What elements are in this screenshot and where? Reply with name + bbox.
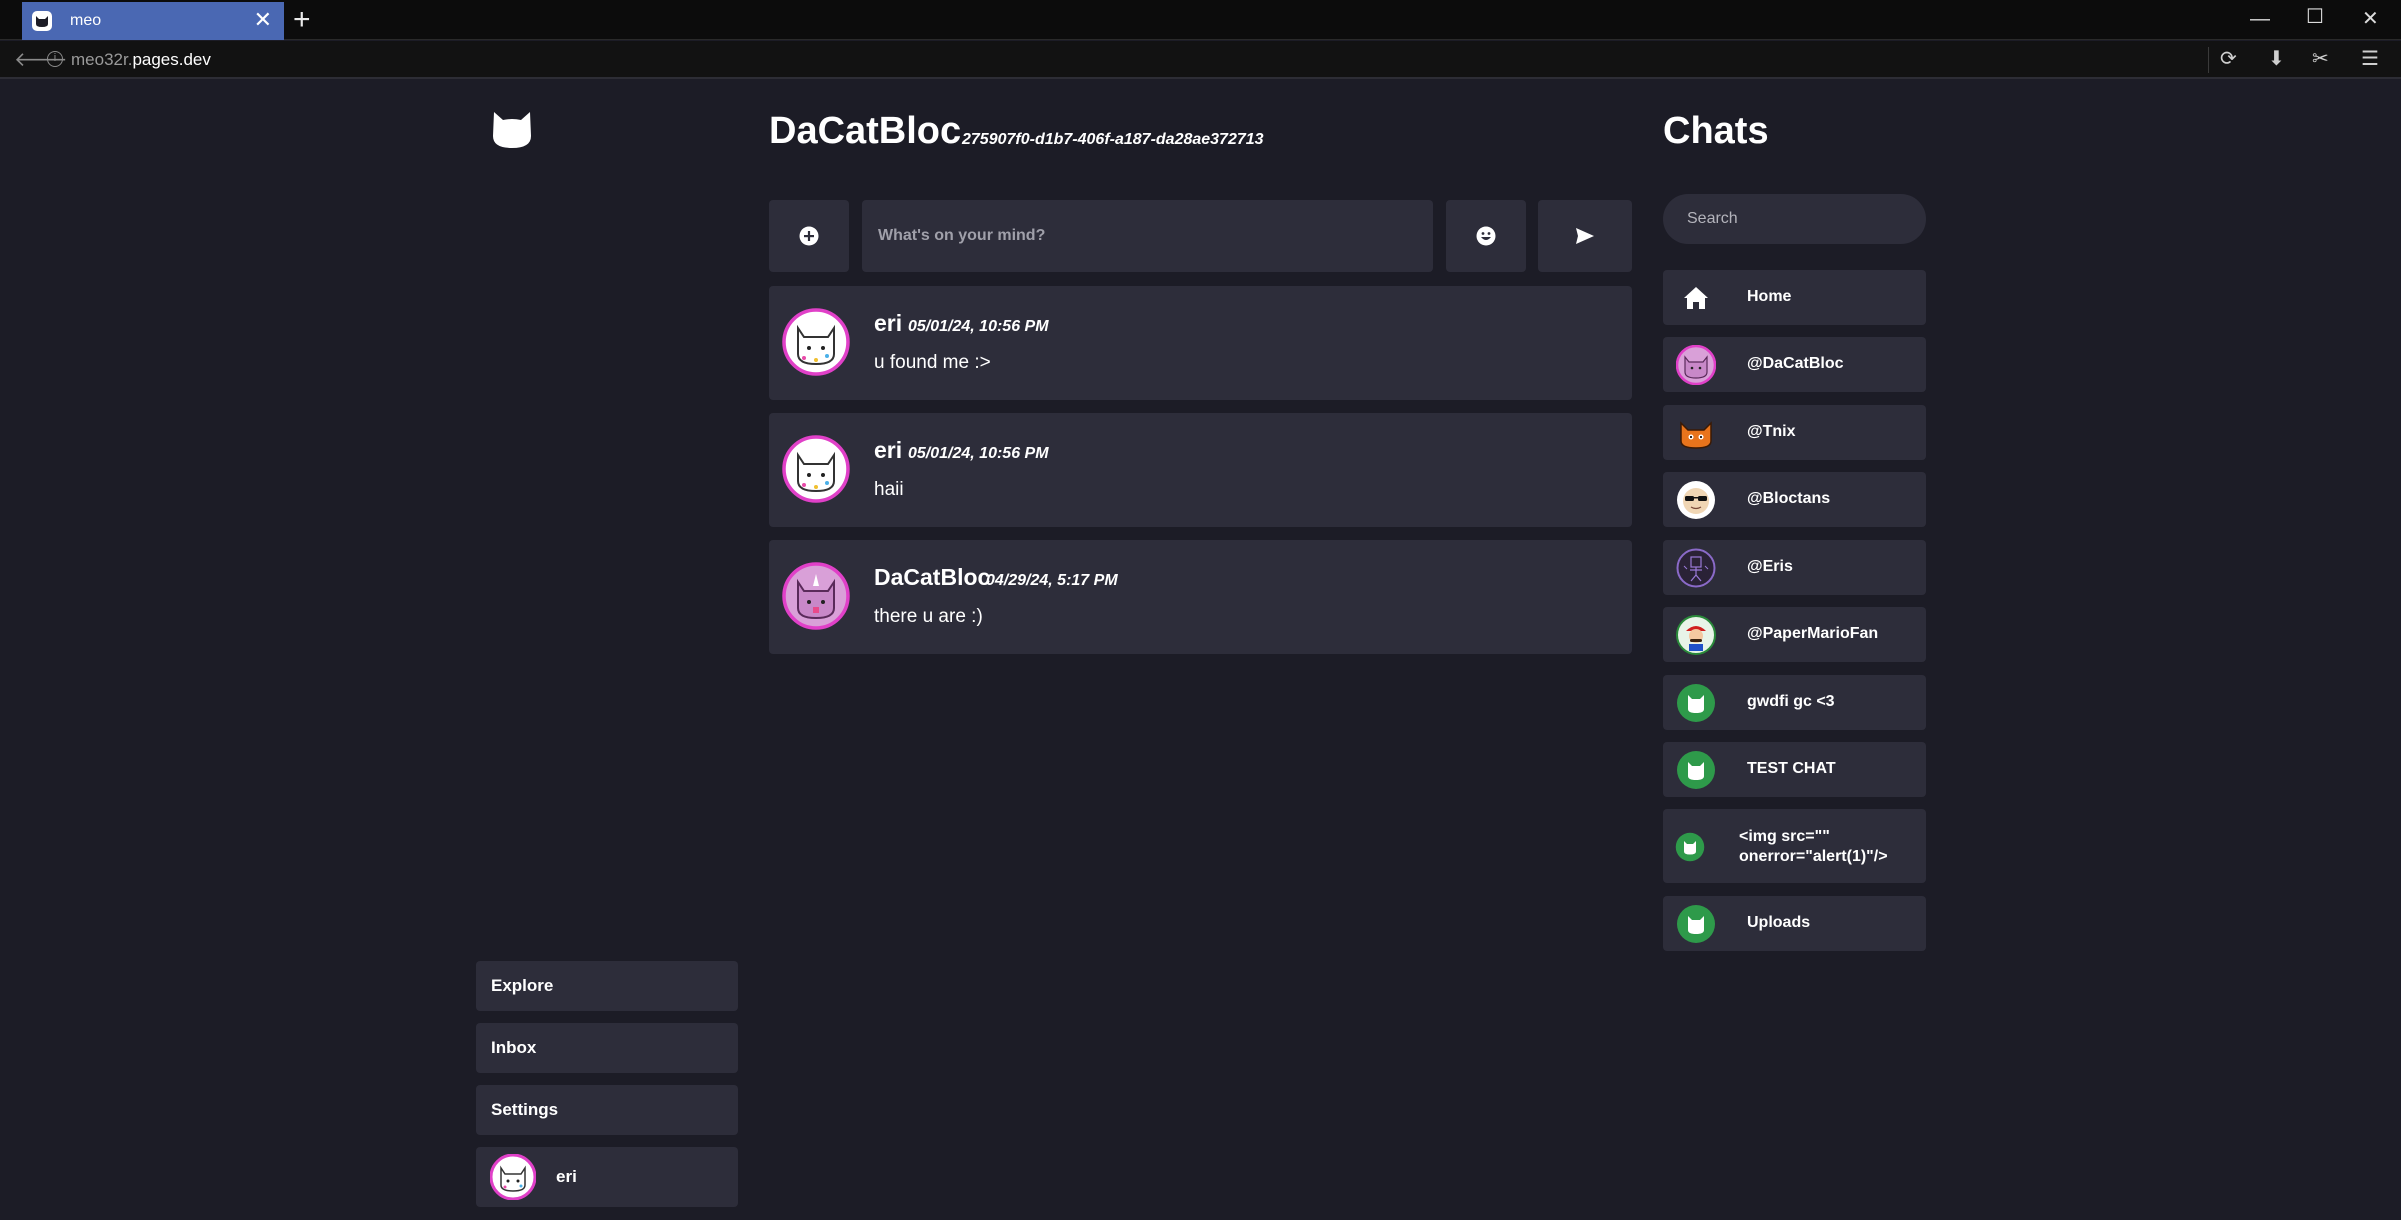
reload-icon[interactable]: ⟳ [2220, 46, 2237, 71]
window-close-icon[interactable]: ✕ [2362, 6, 2379, 32]
mario-avatar [1676, 615, 1716, 655]
nav-settings-label: Settings [491, 1100, 559, 1119]
browser-tab-bar: meo ✕ + — ☐ ✕ [0, 0, 2401, 40]
chat-item-label: @Bloctans [1747, 490, 1831, 507]
tab-close-icon[interactable]: ✕ [254, 9, 272, 31]
group-chat-icon [1677, 684, 1715, 722]
nav-inbox-button[interactable]: Inbox [476, 1023, 738, 1073]
nav-settings-button[interactable]: Settings [476, 1085, 738, 1135]
nav-inbox-label: Inbox [491, 1038, 537, 1057]
post-author[interactable]: eri [874, 310, 902, 337]
chat-id: 275907f0-d1b7-406f-a187-da28ae372713 [962, 131, 1264, 148]
nav-explore-label: Explore [491, 976, 554, 995]
tab-title: meo [70, 12, 102, 29]
post-author[interactable]: DaCatBloc [874, 564, 990, 591]
chat-item-label: @DaCatBloc [1747, 355, 1844, 372]
maximize-icon[interactable]: ☐ [2306, 4, 2324, 30]
profile-name: eri [556, 1167, 577, 1186]
chat-item-label: Uploads [1747, 914, 1811, 931]
group-chat-icon [1677, 751, 1715, 789]
chat-item-label: @Eris [1747, 558, 1793, 575]
chats-title: Chats [1663, 110, 1769, 152]
chat-item-label: gwdfi gc <3 [1747, 693, 1835, 710]
orange-cat-avatar [1680, 421, 1712, 449]
plus-circle-icon [799, 226, 819, 246]
chat-item-label: Home [1747, 288, 1792, 305]
chat-item-gwdfi-gc[interactable]: gwdfi gc <3 [1663, 675, 1926, 730]
chat-item-img-tag[interactable]: <img src="" onerror="alert(1)"/> [1663, 809, 1926, 883]
eri-avatar [782, 435, 850, 503]
post-author[interactable]: eri [874, 437, 902, 464]
post-item: DaCatBloc 04/29/24, 5:17 PM there u are … [769, 540, 1632, 654]
chat-item-eris[interactable]: @Eris [1663, 540, 1926, 595]
minimize-icon[interactable]: — [2250, 6, 2270, 32]
chat-search-input[interactable] [1663, 194, 1926, 244]
eri-avatar [490, 1154, 536, 1200]
dacatbloc-avatar [782, 562, 850, 630]
profile-card[interactable]: eri [476, 1147, 738, 1207]
post-item: eri 05/01/24, 10:56 PM u found me :> [769, 286, 1632, 400]
post-text: u found me :> [874, 352, 991, 373]
browser-tab[interactable]: meo ✕ [22, 2, 284, 40]
new-tab-icon[interactable]: + [293, 5, 311, 35]
post-timestamp: 05/01/24, 10:56 PM [908, 445, 1049, 462]
home-icon [1684, 287, 1708, 309]
chat-item-tnix[interactable]: @Tnix [1663, 405, 1926, 460]
emoji-button[interactable] [1446, 200, 1526, 272]
chat-item-label: @PaperMarioFan [1747, 625, 1879, 642]
purple-sketch-avatar [1676, 548, 1716, 588]
group-chat-icon [1677, 905, 1715, 943]
group-chat-icon [1675, 832, 1705, 862]
chat-title: DaCatBloc [769, 110, 962, 152]
post-item: eri 05/01/24, 10:56 PM haii [769, 413, 1632, 527]
chat-item-papermariofan[interactable]: @PaperMarioFan [1663, 607, 1926, 662]
chat-item-home[interactable]: Home [1663, 270, 1926, 325]
smiley-icon [1476, 226, 1496, 246]
url-host-prefix: meo32r. [71, 50, 133, 69]
url-field[interactable]: meo32r.pages.dev [71, 50, 211, 70]
cat-favicon-icon [32, 11, 52, 31]
attach-button[interactable] [769, 200, 849, 272]
chat-item-test-chat[interactable]: TEST CHAT [1663, 742, 1926, 797]
screenshot-icon[interactable]: ✂ [2312, 46, 2329, 71]
chat-item-label: TEST CHAT [1747, 760, 1836, 777]
address-bar: 🡐 i meo32r.pages.dev ⟳ ⬇ ✂ ☰ [0, 41, 2401, 79]
url-divider [2208, 47, 2209, 73]
meo-logo-icon[interactable] [491, 110, 533, 155]
post-text: haii [874, 479, 904, 500]
site-info-icon[interactable]: i [47, 51, 63, 67]
post-timestamp: 04/29/24, 5:17 PM [986, 572, 1118, 589]
url-host-main: pages.dev [132, 50, 211, 69]
send-button[interactable] [1538, 200, 1632, 272]
chat-item-uploads[interactable]: Uploads [1663, 896, 1926, 951]
menu-icon[interactable]: ☰ [2361, 46, 2379, 71]
chat-item-bloctans[interactable]: @Bloctans [1663, 472, 1926, 527]
sunglasses-face-avatar [1677, 481, 1715, 519]
chat-item-dacatbloc[interactable]: @DaCatBloc [1663, 337, 1926, 392]
eri-avatar [782, 308, 850, 376]
post-input[interactable] [862, 200, 1433, 272]
post-text: there u are :) [874, 606, 983, 627]
download-icon[interactable]: ⬇ [2268, 46, 2285, 71]
post-timestamp: 05/01/24, 10:56 PM [908, 318, 1049, 335]
chat-item-label: @Tnix [1747, 423, 1796, 440]
nav-explore-button[interactable]: Explore [476, 961, 738, 1011]
send-icon [1576, 228, 1594, 244]
chat-item-label: <img src="" onerror="alert(1)"/> [1739, 828, 1888, 865]
pink-cat-avatar [1676, 345, 1716, 385]
